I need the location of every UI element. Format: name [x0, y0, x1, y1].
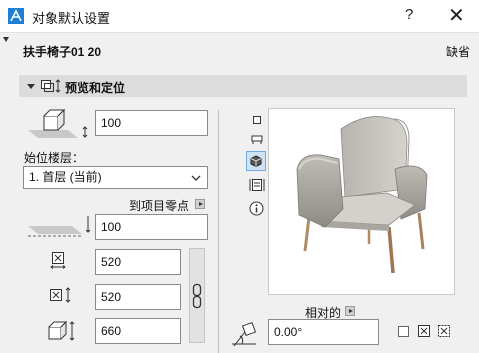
section-view-icon[interactable]	[249, 178, 265, 192]
divider	[0, 32, 479, 33]
height-input[interactable]: 660	[95, 318, 181, 344]
home-story-value: 1. 首层 (当前)	[29, 170, 102, 184]
elevation-icon	[28, 108, 88, 138]
home-story-label: 始位楼层：	[24, 151, 85, 165]
help-button[interactable]: ?	[405, 6, 413, 23]
3d-view-icon	[250, 155, 262, 167]
section-title: 预览和定位	[65, 81, 126, 95]
square-view-icon[interactable]	[251, 114, 263, 126]
depth-icon	[50, 287, 71, 303]
mirror-y-icon[interactable]	[437, 324, 451, 338]
preview-positioning-icon	[41, 79, 61, 93]
section-expand-icon[interactable]	[27, 84, 35, 89]
column-divider	[218, 110, 219, 353]
object-preview[interactable]	[268, 108, 455, 295]
armchair-preview-image	[296, 116, 428, 274]
project-zero-arrow-button[interactable]	[195, 199, 205, 209]
relative-arrow-button[interactable]	[345, 306, 355, 316]
chain-link-icon[interactable]	[191, 282, 203, 310]
mirror-x-icon[interactable]	[417, 324, 431, 338]
chevron-down-icon	[191, 175, 201, 181]
rotation-angle-icon	[232, 321, 257, 347]
height-icon	[48, 320, 75, 341]
collapse-triangle-icon[interactable]	[3, 37, 9, 42]
rotation-input[interactable]: 0.00°	[268, 319, 379, 345]
close-button[interactable]: ✕	[448, 3, 465, 28]
window-title: 对象默认设置	[32, 11, 111, 26]
plan-view-icon[interactable]	[250, 133, 264, 145]
project-zero-elevation-input[interactable]: 100	[95, 214, 208, 240]
object-name: 扶手椅子01 20	[23, 45, 102, 59]
width-icon	[50, 252, 66, 269]
info-icon[interactable]	[249, 201, 264, 216]
depth-input[interactable]: 520	[95, 284, 181, 310]
archicad-logo-icon	[8, 8, 24, 24]
elevation-input[interactable]: 100	[95, 110, 208, 136]
3d-view-button[interactable]	[246, 151, 266, 171]
project-zero-elevation-icon	[28, 216, 91, 237]
no-mirror-checkbox[interactable]	[398, 326, 409, 337]
width-input[interactable]: 520	[95, 249, 181, 275]
home-story-select[interactable]: 1. 首层 (当前)	[23, 166, 208, 189]
default-label[interactable]: 缺省	[446, 43, 470, 60]
to-project-zero-label: 到项目零点	[129, 199, 190, 213]
